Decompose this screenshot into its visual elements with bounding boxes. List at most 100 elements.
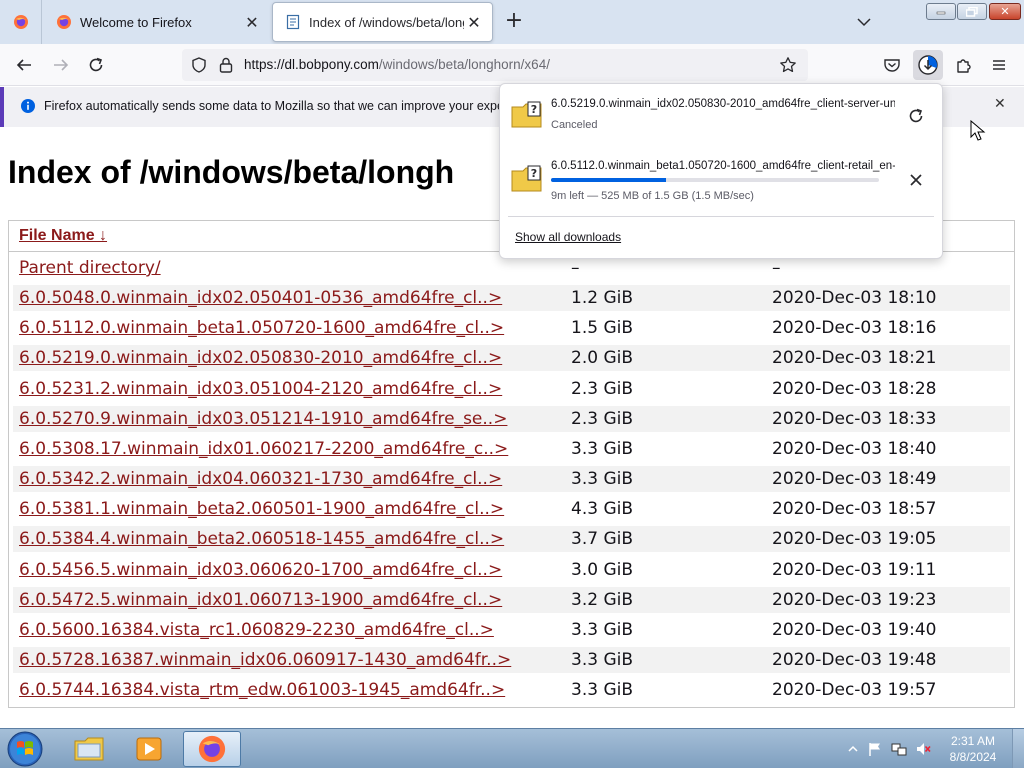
file-name-column-header[interactable]: File Name ↓ — [19, 227, 107, 245]
file-link[interactable]: 6.0.5231.2.winmain_idx03.051004-2120_amd… — [19, 374, 502, 404]
download-progress-fill — [551, 178, 666, 182]
file-size: 1.2 GiB — [571, 288, 633, 309]
info-icon — [20, 98, 36, 118]
file-size: 3.2 GiB — [571, 589, 633, 610]
svg-text:?: ? — [531, 167, 537, 180]
file-icon: ? — [510, 99, 544, 131]
file-link[interactable]: 6.0.5456.5.winmain_idx03.060620-1700_amd… — [19, 555, 502, 585]
file-size: 3.3 GiB — [571, 469, 633, 490]
restore-button[interactable] — [957, 3, 987, 20]
file-link[interactable]: 6.0.5270.9.winmain_idx03.051214-1910_amd… — [19, 404, 507, 434]
table-row: 6.0.5384.4.winmain_beta2.060518-1455_amd… — [9, 524, 1014, 554]
table-row: 6.0.5231.2.winmain_idx03.051004-2120_amd… — [9, 374, 1014, 404]
file-link[interactable]: 6.0.5600.16384.vista_rc1.060829-2230_amd… — [19, 615, 494, 645]
clock-time: 2:31 AM — [950, 734, 996, 748]
forward-icon[interactable] — [48, 53, 74, 77]
file-date: 2020-Dec-03 18:33 — [772, 408, 937, 429]
pocket-icon[interactable] — [879, 53, 905, 77]
file-link[interactable]: 6.0.5472.5.winmain_idx01.060713-1900_amd… — [19, 585, 502, 615]
shield-icon[interactable] — [190, 56, 208, 78]
download-status: 9m left — 525 MB of 1.5 GB (1.5 MB/sec) — [551, 190, 754, 202]
page-title: Index of /windows/beta/longh — [8, 154, 455, 190]
download-progress-bar — [551, 178, 879, 182]
file-date: 2020-Dec-03 19:40 — [772, 619, 937, 640]
file-date: 2020-Dec-03 18:21 — [772, 348, 937, 369]
parent-directory-link[interactable]: Parent directory/ — [19, 253, 161, 283]
tab-welcome[interactable]: Welcome to Firefox ✕ — [44, 2, 270, 42]
file-link[interactable]: 6.0.5219.0.winmain_idx02.050830-2010_amd… — [19, 343, 502, 373]
file-link[interactable]: 6.0.5048.0.winmain_idx02.050401-0536_amd… — [19, 283, 502, 313]
table-row: 6.0.5219.0.winmain_idx02.050830-2010_amd… — [9, 343, 1014, 373]
url-text[interactable]: https://dl.bobpony.com/windows/beta/long… — [244, 57, 550, 72]
file-size: 3.3 GiB — [571, 438, 633, 459]
back-icon[interactable] — [11, 53, 37, 77]
mouse-cursor-icon — [970, 119, 986, 146]
file-date: 2020-Dec-03 19:23 — [772, 589, 937, 610]
close-tab-icon[interactable]: ✕ — [242, 12, 262, 32]
cancel-icon[interactable] — [902, 166, 930, 194]
volume-muted-icon[interactable] — [915, 741, 931, 757]
explorer-taskbar-icon[interactable] — [60, 731, 118, 767]
url-path: /windows/beta/longhorn/x64/ — [378, 57, 550, 72]
minimize-button[interactable] — [926, 3, 956, 20]
notice-text: Firefox automatically sends some data to… — [44, 99, 525, 113]
download-item[interactable]: ? 6.0.5219.0.winmain_idx02.050830-2010_a… — [500, 84, 942, 144]
table-row: 6.0.5308.17.winmain_idx01.060217-2200_am… — [9, 434, 1014, 464]
extensions-icon[interactable] — [951, 53, 977, 77]
file-date: 2020-Dec-03 18:28 — [772, 378, 937, 399]
show-all-downloads-button[interactable]: Show all downloads — [515, 230, 621, 244]
retry-icon[interactable] — [902, 102, 930, 130]
reload-icon[interactable] — [83, 53, 109, 77]
start-button[interactable] — [4, 730, 46, 768]
new-tab-button[interactable]: + — [503, 10, 525, 33]
file-date: 2020-Dec-03 18:57 — [772, 499, 937, 520]
file-link[interactable]: 6.0.5744.16384.vista_rtm_edw.061003-1945… — [19, 675, 505, 705]
file-size: 3.3 GiB — [571, 649, 633, 670]
file-size: 4.3 GiB — [571, 499, 633, 520]
menu-icon[interactable] — [986, 53, 1012, 77]
lock-icon[interactable] — [218, 56, 234, 78]
address-bar[interactable]: https://dl.bobpony.com/windows/beta/long… — [182, 49, 808, 81]
table-row: 6.0.5381.1.winmain_beta2.060501-1900_amd… — [9, 494, 1014, 524]
close-tab-icon[interactable]: ✕ — [464, 12, 484, 32]
show-hidden-icons-icon[interactable] — [845, 741, 861, 757]
file-link[interactable]: 6.0.5381.1.winmain_beta2.060501-1900_amd… — [19, 494, 504, 524]
url-host: https://dl.bobpony.com — [244, 57, 379, 72]
tab-index[interactable]: Index of /windows/beta/longho ✕ — [272, 2, 493, 42]
table-row: 6.0.5048.0.winmain_idx02.050401-0536_amd… — [9, 283, 1014, 313]
download-status: Canceled — [551, 119, 598, 131]
file-size: 2.0 GiB — [571, 348, 633, 369]
close-icon[interactable]: ✕ — [994, 96, 1006, 112]
file-size: 3.3 GiB — [571, 619, 633, 640]
system-clock[interactable]: 2:31 AM 8/8/2024 — [938, 733, 1008, 765]
list-all-tabs-icon[interactable] — [854, 13, 874, 31]
tab-strip: Welcome to Firefox ✕ Index of /windows/b… — [0, 0, 1024, 44]
file-size: 2.3 GiB — [571, 378, 633, 399]
firefox-taskbar-icon[interactable] — [183, 731, 241, 767]
downloads-panel: ? 6.0.5219.0.winmain_idx02.050830-2010_a… — [499, 83, 943, 259]
file-link[interactable]: 6.0.5384.4.winmain_beta2.060518-1455_amd… — [19, 524, 504, 554]
media-player-taskbar-icon[interactable] — [120, 731, 178, 767]
file-link[interactable]: 6.0.5308.17.winmain_idx01.060217-2200_am… — [19, 434, 508, 464]
file-link[interactable]: 6.0.5342.2.winmain_idx04.060321-1730_amd… — [19, 464, 502, 494]
network-icon[interactable] — [891, 741, 907, 757]
taskbar: 2:31 AM 8/8/2024 — [0, 728, 1024, 768]
bookmark-star-icon[interactable] — [779, 56, 797, 78]
download-filename: 6.0.5112.0.winmain_beta1.050720-1600_amd… — [551, 160, 895, 172]
close-window-button[interactable]: ✕ — [989, 3, 1021, 20]
action-center-flag-icon[interactable] — [867, 741, 883, 757]
table-row: 6.0.5728.16387.winmain_idx06.060917-1430… — [9, 645, 1014, 675]
clock-date: 8/8/2024 — [949, 750, 997, 764]
file-date: 2020-Dec-03 18:16 — [772, 318, 937, 339]
firefox-view-button[interactable] — [0, 0, 42, 44]
show-desktop-button[interactable] — [1012, 729, 1024, 768]
file-size: 3.7 GiB — [571, 529, 633, 550]
downloads-icon[interactable] — [913, 50, 943, 80]
file-date: 2020-Dec-03 19:05 — [772, 529, 937, 550]
file-link[interactable]: 6.0.5112.0.winmain_beta1.050720-1600_amd… — [19, 313, 504, 343]
file-link[interactable]: 6.0.5728.16387.winmain_idx06.060917-1430… — [19, 645, 511, 675]
file-date: 2020-Dec-03 19:48 — [772, 649, 937, 670]
tab-title: Welcome to Firefox — [80, 14, 192, 30]
file-date: 2020-Dec-03 18:10 — [772, 288, 937, 309]
table-row: 6.0.5342.2.winmain_idx04.060321-1730_amd… — [9, 464, 1014, 494]
